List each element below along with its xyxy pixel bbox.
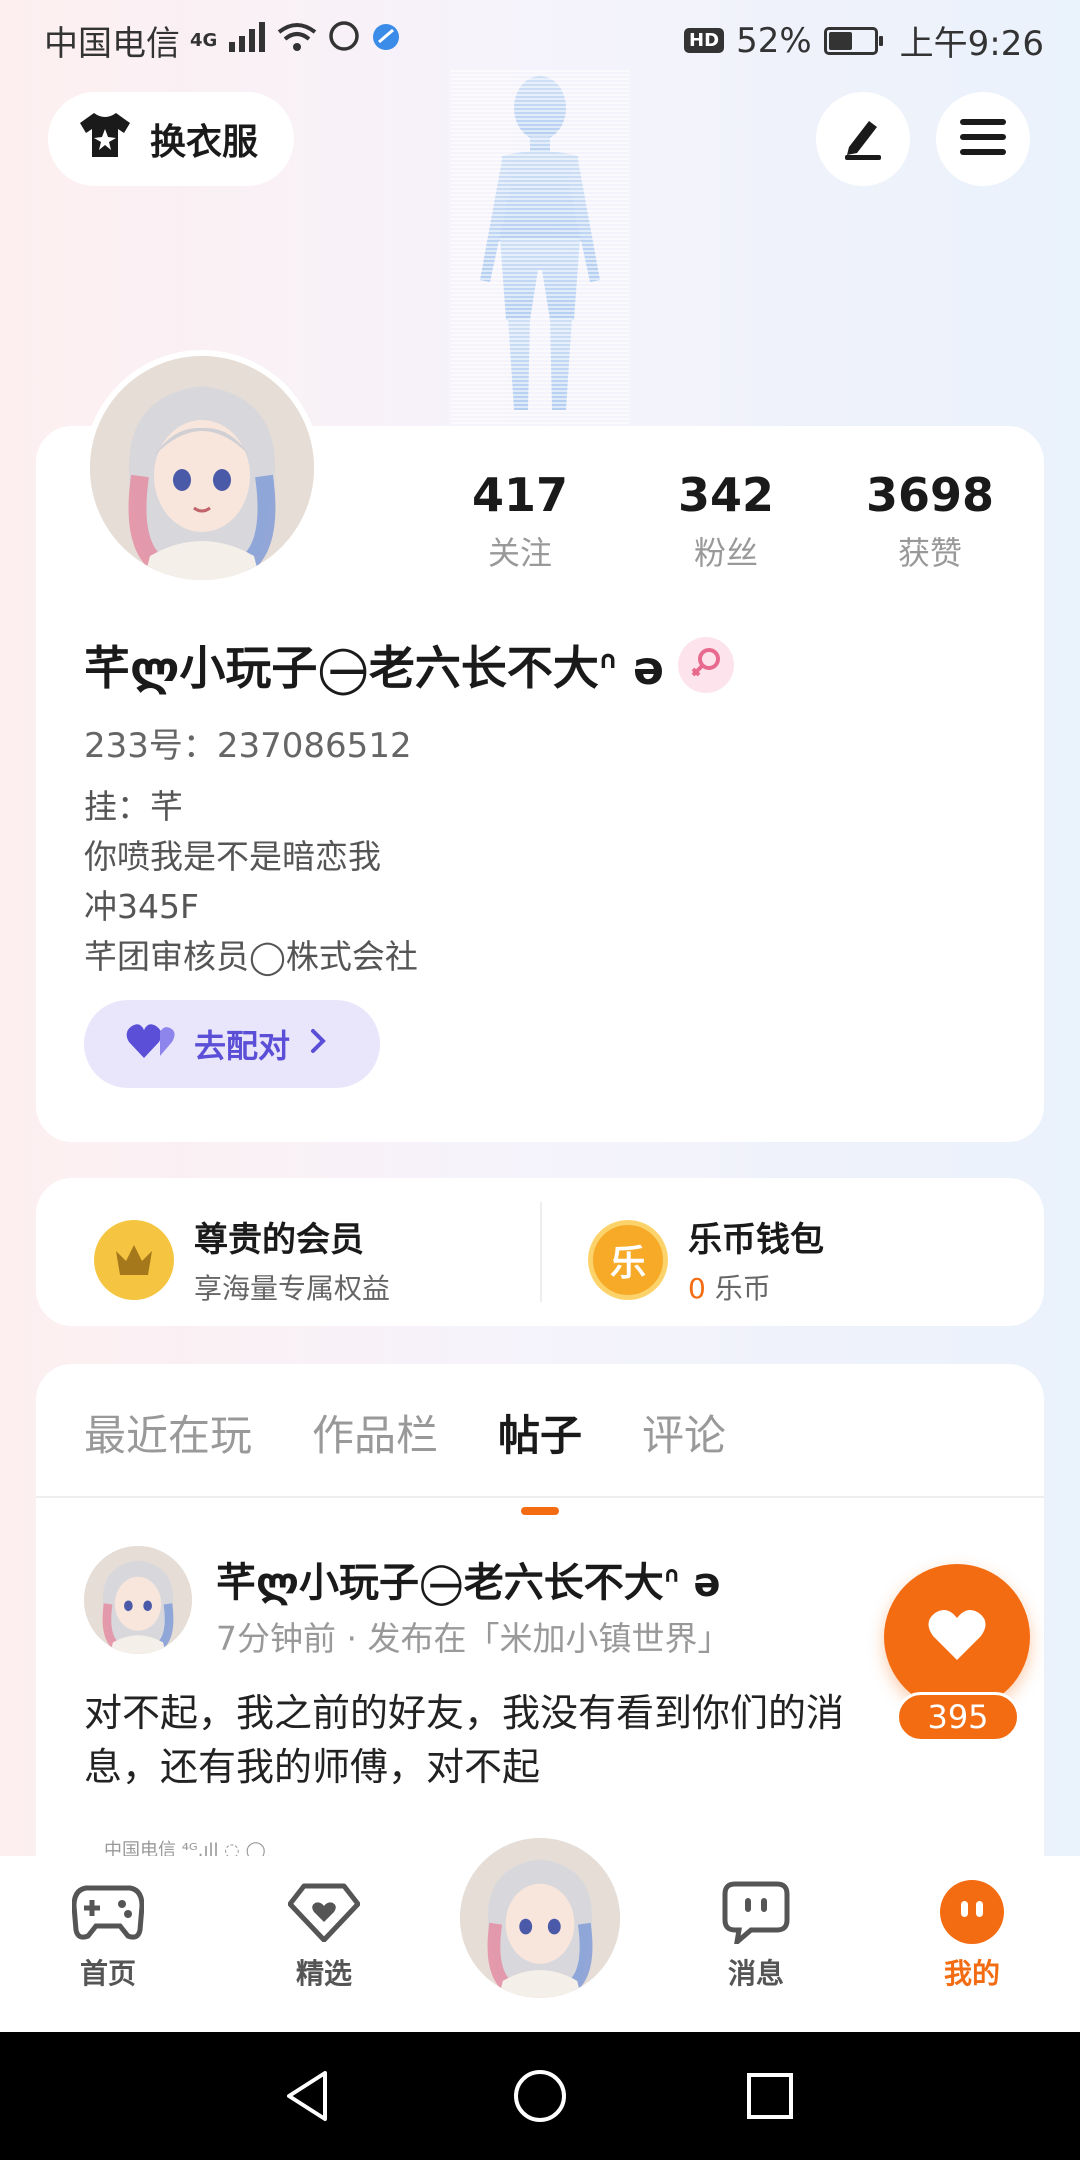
crown-icon [94, 1219, 174, 1300]
nav-home[interactable]: 首页 [38, 1880, 178, 1992]
vip-title: 尊贵的会员 [194, 1220, 364, 1260]
hologram-figure-icon [450, 70, 630, 430]
coin-icon: 乐 [588, 1219, 668, 1300]
double-heart-icon [126, 1020, 176, 1068]
post-author-avatar[interactable] [84, 1546, 192, 1654]
wallet-text: 乐币钱包 0 乐币 [688, 1212, 824, 1307]
pair-button[interactable]: 去配对 [84, 1000, 380, 1088]
coin-char: 乐 [609, 1242, 646, 1284]
avatar[interactable] [84, 350, 320, 586]
divider [540, 1202, 542, 1302]
wifi-icon [277, 21, 317, 61]
tab-comments[interactable]: 评论 [642, 1402, 726, 1463]
signal-icon [227, 21, 267, 61]
following-count: 417 [471, 468, 569, 522]
status-bar: 中国电信 4G HD 52% 上午9:26 [0, 0, 1080, 74]
network-type: 4G [190, 30, 218, 51]
battery-percent: 52% [736, 20, 812, 61]
wallet-balance: 0 乐币 [688, 1267, 824, 1307]
bio-line: 你喷我是不是暗恋我 [84, 837, 381, 876]
edit-button[interactable] [816, 92, 910, 186]
nav-center-avatar[interactable] [456, 1834, 624, 2002]
hd-badge: HD [684, 28, 725, 53]
vip-entry[interactable]: 尊贵的会员 享海量专属权益 [94, 1212, 390, 1307]
nav-me-label: 我的 [943, 1957, 1000, 1990]
nav-messages-label: 消息 [727, 1957, 784, 1990]
tab-posts[interactable]: 帖子 [498, 1402, 582, 1515]
shirt-icon [78, 111, 132, 168]
female-gender-icon [678, 637, 735, 693]
vip-text: 尊贵的会员 享海量专属权益 [194, 1212, 390, 1307]
chevron-right-icon [308, 1025, 328, 1063]
bio-line: 挂：芊 [84, 787, 183, 826]
sync-icon [327, 19, 361, 62]
wallet-unit: 乐币 [714, 1272, 771, 1305]
nickname-row: 芊ლ小玩子◯̶老六长不大ᐢ ə [84, 632, 735, 698]
home-icon[interactable] [508, 2064, 572, 2128]
recents-icon[interactable] [738, 2064, 802, 2128]
followers-label: 粉丝 [693, 534, 758, 572]
wallet-title: 乐币钱包 [688, 1220, 824, 1260]
nav-messages[interactable]: 消息 [686, 1880, 826, 1992]
gamepad-icon [72, 1880, 144, 1944]
tab-recent-play[interactable]: 最近在玩 [84, 1402, 252, 1463]
change-clothes-button[interactable]: 换衣服 [48, 92, 294, 186]
heart-icon [927, 1608, 987, 1666]
user-id: 233号：237086512 [84, 726, 412, 766]
chat-bubble-icon [720, 1880, 792, 1944]
heart-gem-icon [288, 1880, 360, 1944]
nav-home-label: 首页 [79, 1957, 136, 1990]
status-left: 中国电信 4G [44, 16, 401, 65]
post-meta: 7分钟前 · 发布在「米加小镇世界」 [216, 1619, 731, 1658]
menu-button[interactable] [936, 92, 1030, 186]
stat-following[interactable]: 417 关注 [430, 468, 610, 574]
stat-likes[interactable]: 3698 获赞 [840, 468, 1020, 574]
wallet-entry[interactable]: 乐 乐币钱包 0 乐币 [588, 1212, 824, 1307]
tab-works[interactable]: 作品栏 [312, 1402, 438, 1463]
nav-featured-label: 精选 [295, 1957, 352, 1990]
change-clothes-label: 换衣服 [150, 122, 259, 163]
clock: 上午9:26 [899, 24, 1044, 64]
back-icon[interactable] [276, 2064, 340, 2128]
nav-featured[interactable]: 精选 [254, 1880, 394, 1992]
like-button[interactable] [884, 1564, 1030, 1710]
pair-label: 去配对 [194, 1027, 291, 1065]
face-icon [936, 1880, 1008, 1944]
vip-subtitle: 享海量专属权益 [194, 1272, 391, 1305]
tab-divider [36, 1496, 1044, 1498]
nickname: 芊ლ小玩子◯̶老六长不大ᐢ ə [84, 641, 665, 695]
nav-me[interactable]: 我的 [902, 1880, 1042, 1992]
edit-icon [839, 113, 887, 165]
battery-icon [823, 26, 883, 55]
following-label: 关注 [487, 534, 552, 572]
bio: 挂：芊 你喷我是不是暗恋我 冲345F 芊团审核员◯株式会社 [84, 782, 418, 982]
battery-fill [828, 31, 852, 50]
bio-line: 冲345F [84, 887, 199, 926]
hamburger-icon [960, 117, 1006, 161]
post-author-name[interactable]: 芊ლ小玩子◯̶老六长不大ᐢ ə [216, 1550, 721, 1608]
bio-line: 芊团审核员◯株式会社 [84, 937, 418, 976]
likes-count: 3698 [865, 468, 995, 522]
followers-count: 342 [677, 468, 775, 522]
tab-bar: 最近在玩 作品栏 帖子 评论 [84, 1402, 726, 1515]
like-count: 395 [896, 1692, 1020, 1742]
carrier-label: 中国电信 [44, 24, 180, 64]
browser-icon [371, 21, 401, 61]
likes-label: 获赞 [897, 534, 962, 572]
status-right: HD 52% 上午9:26 [684, 16, 1044, 65]
wallet-amount: 0 [688, 1272, 706, 1305]
post-text[interactable]: 对不起，我之前的好友，我没有看到你们的消息，还有我的师傅，对不起 [84, 1686, 904, 1794]
stat-followers[interactable]: 342 粉丝 [636, 468, 816, 574]
